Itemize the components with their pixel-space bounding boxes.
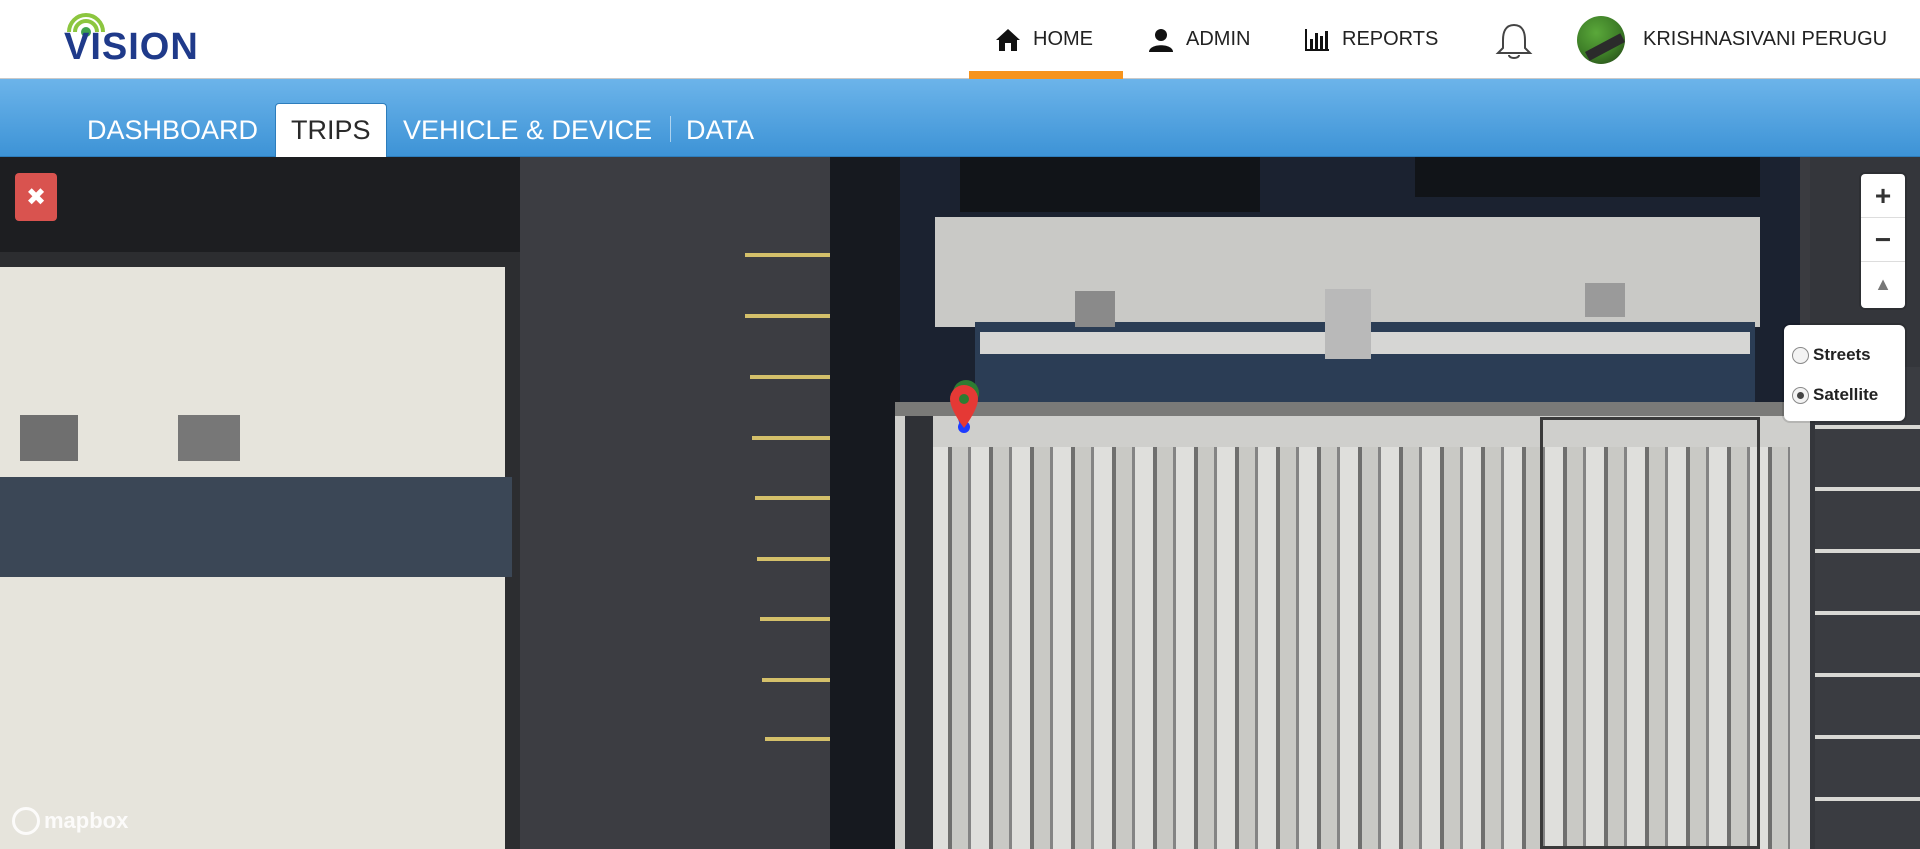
mapbox-wordmark: mapbox	[44, 808, 129, 833]
zoom-out-button[interactable]: −	[1861, 218, 1905, 262]
hvac-unit	[178, 415, 240, 461]
bar-chart-icon	[1305, 28, 1329, 51]
tab-data-label: DATA	[686, 114, 755, 145]
user-icon	[1149, 28, 1173, 52]
map-style-selector: Streets Satellite	[1784, 325, 1905, 421]
rooftop-unit	[1585, 283, 1625, 317]
streets-label: Streets	[1813, 345, 1871, 364]
tab-data[interactable]: DATA	[671, 103, 769, 157]
close-icon: ✖	[25, 183, 47, 211]
rooftop-unit	[1075, 291, 1115, 327]
nav-home-label: HOME	[1033, 28, 1093, 50]
left-building-awning	[0, 477, 512, 577]
nav-admin[interactable]: ADMIN	[1148, 0, 1250, 79]
roof-shadow	[1415, 157, 1760, 197]
compass-icon: ▲	[1874, 273, 1892, 294]
tab-trips[interactable]: TRIPS	[275, 103, 387, 157]
roof-shadow	[960, 157, 1260, 212]
notification-bell-icon[interactable]	[1492, 22, 1536, 62]
nav-reports-label: REPORTS	[1342, 28, 1439, 50]
roof-gap	[905, 416, 933, 849]
zoom-controls: + − ▲	[1861, 174, 1905, 308]
end-marker-pin-icon[interactable]	[948, 383, 980, 429]
left-building-edge	[0, 157, 540, 252]
sub-navigation: DASHBOARD TRIPS VEHICLE & DEVICE DATA	[0, 79, 1920, 157]
home-icon	[996, 28, 1020, 51]
satellite-map[interactable]	[0, 157, 1920, 849]
top-header: VISION HOME ADMIN REPORTS KRISHNASIVANI …	[0, 0, 1920, 79]
nav-reports[interactable]: REPORTS	[1304, 0, 1438, 79]
user-avatar[interactable]	[1577, 16, 1625, 64]
tab-dashboard[interactable]: DASHBOARD	[72, 103, 273, 157]
satellite-label: Satellite	[1813, 385, 1879, 404]
compass-button[interactable]: ▲	[1861, 262, 1905, 306]
roof-frame	[1540, 417, 1760, 849]
hvac-unit	[20, 415, 78, 461]
tab-vehicle-device[interactable]: VEHICLE & DEVICE	[388, 103, 667, 157]
tab-trips-label: TRIPS	[291, 115, 371, 145]
streets-radio[interactable]	[1792, 346, 1809, 364]
close-map-button[interactable]: ✖	[15, 173, 57, 221]
right-parking-lines	[1815, 367, 1920, 849]
user-name[interactable]: KRISHNASIVANI PERUGU	[1643, 28, 1887, 51]
building-shadow	[830, 157, 900, 849]
style-option-streets[interactable]: Streets	[1792, 335, 1897, 375]
style-option-satellite[interactable]: Satellite	[1792, 375, 1897, 415]
tab-dashboard-label: DASHBOARD	[87, 114, 259, 145]
mapbox-mark-icon	[12, 807, 40, 835]
roof-edge	[895, 402, 1810, 416]
mapbox-logo[interactable]: mapbox	[12, 806, 128, 836]
tab-vehicle-device-label: VEHICLE & DEVICE	[403, 114, 653, 145]
satellite-radio[interactable]	[1792, 386, 1809, 404]
vision-logo[interactable]: VISION	[64, 12, 240, 68]
nav-home[interactable]: HOME	[969, 0, 1123, 79]
rooftop-unit	[1325, 289, 1371, 359]
logo-text: VISION	[64, 26, 199, 68]
nav-admin-label: ADMIN	[1186, 28, 1251, 50]
zoom-in-button[interactable]: +	[1861, 174, 1905, 218]
